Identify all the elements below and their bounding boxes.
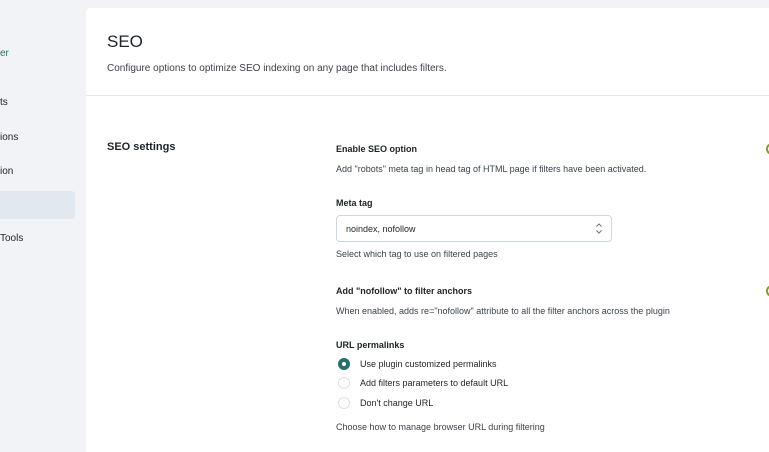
chevron-up-down-icon xyxy=(596,223,602,234)
sidebar-active-item-background[interactable] xyxy=(0,191,75,219)
sidebar-item-3[interactable]: ions xyxy=(0,132,18,143)
radio-button[interactable] xyxy=(338,377,350,389)
page-description: Configure options to optimize SEO indexi… xyxy=(107,63,447,74)
page-title: SEO xyxy=(107,32,143,51)
radio-label: Don't change URL xyxy=(360,398,434,408)
settings-panel: SEO Configure options to optimize SEO in… xyxy=(86,8,769,452)
sidebar-item-tools[interactable]: Tools xyxy=(0,233,23,244)
radio-button[interactable] xyxy=(338,397,350,409)
meta-tag-label: Meta tag xyxy=(336,198,373,208)
url-permalinks-hint: Choose how to manage browser URL during … xyxy=(336,422,545,432)
enable-seo-label: Enable SEO option xyxy=(336,144,418,154)
sidebar-item-4[interactable]: ion xyxy=(0,166,13,177)
section-title: SEO settings xyxy=(107,141,176,153)
sidebar-item-2[interactable]: ts xyxy=(0,97,8,108)
sidebar-item-1[interactable]: er xyxy=(0,48,9,59)
radio-label: Use plugin customized permalinks xyxy=(360,359,497,369)
radio-button-checked[interactable] xyxy=(338,358,350,370)
radio-label: Add filters parameters to default URL xyxy=(360,378,509,388)
sidebar: er ts ions ion Tools xyxy=(0,0,86,452)
meta-tag-select[interactable]: noindex, nofollow xyxy=(336,215,612,242)
nofollow-hint: When enabled, adds re="nofollow" attribu… xyxy=(336,306,670,316)
meta-tag-hint: Select which tag to use on filtered page… xyxy=(336,249,498,259)
meta-tag-select-value: noindex, nofollow xyxy=(346,224,416,234)
panel-header: SEO Configure options to optimize SEO in… xyxy=(86,8,769,96)
enable-seo-hint: Add "robots" meta tag in head tag of HTM… xyxy=(336,164,647,174)
nofollow-label: Add "nofollow" to filter anchors xyxy=(336,286,473,296)
url-permalinks-label: URL permalinks xyxy=(336,340,405,350)
